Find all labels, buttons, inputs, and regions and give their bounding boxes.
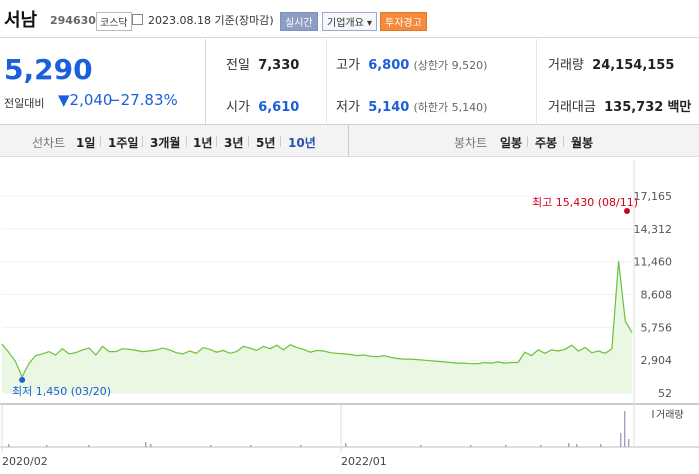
y-tick-label: 2,904: [641, 354, 673, 367]
tab-divider: [527, 136, 528, 147]
prev-close: 전일 7,330: [226, 54, 299, 73]
tab-weekly[interactable]: 주봉: [535, 134, 557, 151]
price-summary: 5,290 전일대비 ▼2,040 −27.83% 전일 7,330 고가 6,…: [0, 39, 699, 125]
volume-bar: [576, 444, 578, 447]
current-price-panel: 5,290 전일대비 ▼2,040 −27.83%: [0, 39, 206, 125]
open-price: 시가 6,610: [226, 96, 299, 115]
tab-10y[interactable]: 10년: [288, 134, 316, 151]
tab-divider: [563, 136, 564, 147]
diff-value: ▼2,040: [58, 91, 113, 109]
quote-date: 2023.08.18 기준(장마감): [148, 14, 274, 27]
volume-legend-label: 거래량: [656, 409, 684, 421]
tab-monthly[interactable]: 월봉: [571, 134, 593, 151]
y-tick-label: 11,460: [634, 256, 673, 269]
tab-1d[interactable]: 1일: [76, 134, 95, 151]
tab-3m[interactable]: 3개월: [150, 134, 180, 151]
current-price: 5,290: [4, 53, 93, 86]
tab-5y[interactable]: 5년: [256, 134, 275, 151]
volume: 거래량 24,154,155: [548, 54, 674, 73]
prev-close-value: 7,330: [258, 58, 300, 73]
tab-divider: [216, 136, 217, 147]
volume-bar: [624, 411, 626, 447]
volume-bar: [210, 445, 212, 447]
volume-legend-swatch: [652, 410, 654, 418]
open-value: 6,610: [258, 100, 300, 115]
tab-divider: [248, 136, 249, 147]
volume-bar: [8, 444, 10, 447]
diff-rate: −27.83%: [108, 91, 178, 109]
volume-bar: [568, 443, 570, 447]
amount-label: 거래대금: [548, 100, 596, 115]
low-label: 저가: [336, 100, 360, 115]
tab-divider: [100, 136, 101, 147]
price-chart: 17,165 14,312 11,460 8,608 5,756 2,904 52 2020/…: [0, 160, 699, 474]
divider: [326, 39, 327, 125]
volume-value: 24,154,155: [592, 58, 675, 73]
tab-1w[interactable]: 1주일: [108, 134, 138, 151]
calendar-icon: [132, 14, 143, 25]
volume-bar: [420, 445, 422, 447]
low-marker: [19, 376, 26, 383]
trade-amount: 거래대금 135,732 백만: [548, 96, 691, 115]
stock-header: 서남 294630 코스닥 2023.08.18 기준(장마감) 실시간 기업개…: [0, 0, 699, 38]
upper-limit: (상한가 9,520): [413, 59, 488, 72]
high-price: 고가 6,800 (상한가 9,520): [336, 54, 487, 73]
y-tick-label: 14,312: [634, 223, 673, 236]
low-price: 저가 5,140 (하한가 5,140): [336, 96, 487, 115]
market-badge: 코스닥: [96, 12, 132, 31]
x-tick-label: 2022/01: [341, 455, 387, 468]
volume-bar: [150, 444, 152, 447]
open-label: 시가: [226, 100, 250, 115]
prev-close-label: 전일: [226, 58, 250, 73]
high-annotation: 최고 15,430 (08/11): [532, 196, 638, 209]
volume-bar: [628, 439, 630, 447]
chart-tabs: 선차트 1일 1주일 3개월 1년 3년 5년 10년 봉차트 일봉 주봉 월봉: [0, 125, 699, 157]
y-tick-label: 5,756: [641, 321, 673, 334]
realtime-button[interactable]: 실시간: [280, 12, 318, 31]
amount-unit: 백만: [667, 100, 692, 115]
line-chart-label: 선차트: [32, 136, 66, 150]
candle-chart-label: 봉차트: [454, 136, 488, 150]
volume-bar: [46, 445, 48, 447]
volume-label: 거래량: [548, 58, 584, 73]
tab-divider: [280, 136, 281, 147]
lower-limit: (하한가 5,140): [413, 101, 488, 114]
x-tick-label: 2020/02: [2, 455, 48, 468]
divider: [536, 39, 537, 125]
volume-bar: [88, 445, 90, 447]
amount-value: 135,732: [604, 100, 664, 115]
volume-bar: [345, 443, 347, 447]
volume-bar: [300, 445, 302, 447]
company-overview-button[interactable]: 기업개요 ▾: [322, 12, 377, 31]
volume-bar: [250, 445, 252, 447]
investment-warning-badge: 투자경고: [380, 12, 427, 31]
tab-3y[interactable]: 3년: [224, 134, 243, 151]
section-divider: [348, 125, 349, 157]
diff-label: 전일대비: [4, 97, 45, 110]
high-value: 6,800: [368, 58, 410, 73]
tab-divider: [186, 136, 187, 147]
stock-code: 294630: [50, 14, 96, 27]
low-annotation: 최저 1,450 (03/20): [12, 385, 111, 398]
volume-bar: [620, 433, 622, 447]
tab-1y[interactable]: 1년: [193, 134, 212, 151]
volume-bar: [505, 445, 507, 447]
y-tick-label: 52: [658, 387, 672, 400]
high-label: 고가: [336, 58, 360, 73]
y-tick-label: 17,165: [634, 190, 673, 203]
stock-name: 서남: [4, 10, 38, 31]
volume-bar: [540, 445, 542, 447]
y-tick-label: 8,608: [641, 289, 673, 302]
volume-bar: [470, 445, 472, 447]
tab-daily[interactable]: 일봉: [500, 134, 522, 151]
low-value: 5,140: [368, 100, 410, 115]
volume-bar: [145, 442, 147, 447]
volume-bar: [600, 444, 602, 447]
tab-divider: [142, 136, 143, 147]
